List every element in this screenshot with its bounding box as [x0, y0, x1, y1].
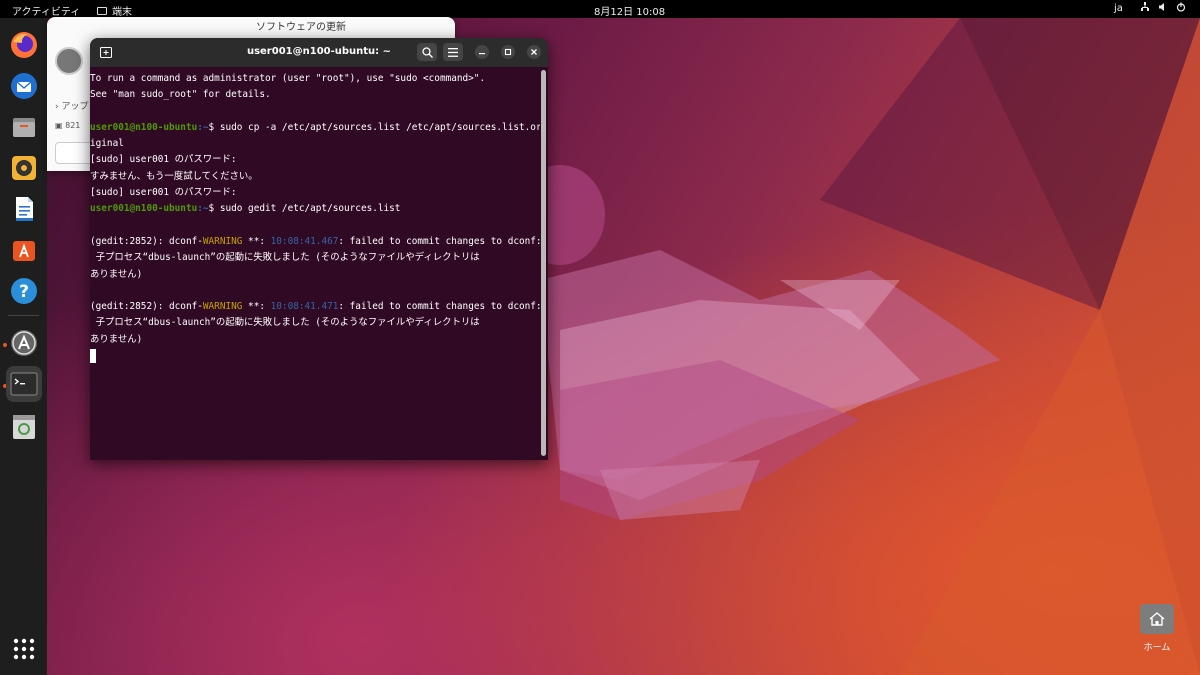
menu-button[interactable]	[443, 43, 463, 61]
activities-button[interactable]: アクティビティ	[12, 3, 80, 18]
terminal-scrollbar[interactable]	[541, 70, 546, 456]
trash-launcher[interactable]	[6, 408, 42, 444]
terminal-line: すみません、もう一度試してください。	[90, 170, 258, 182]
terminal-headerbar[interactable]: user001@n100-ubuntu: ~	[90, 38, 548, 67]
prompt-path: :~	[197, 121, 209, 133]
warning-prefix: (gedit:2852): dconf-	[90, 235, 203, 247]
search-button[interactable]	[417, 43, 437, 61]
system-menu[interactable]	[1140, 2, 1186, 15]
terminal-cursor	[90, 348, 96, 363]
command-text: $ sudo gedit /etc/apt/sources.list	[208, 203, 401, 215]
prompt-user-host: user001@n100-ubuntu	[90, 121, 198, 133]
close-icon	[531, 49, 537, 55]
update-size-row: ▣ 821	[55, 121, 81, 130]
terminal-line: 子プロセス“dbus-launch”の起動に失敗しました (そのようなファイルや…	[90, 252, 480, 264]
app-center-icon	[13, 241, 35, 261]
dock-separator	[8, 315, 39, 316]
warning-label: WARNING	[202, 301, 243, 313]
firefox-icon	[11, 32, 37, 58]
terminal-line: See "man sudo_root" for details.	[90, 89, 271, 101]
update-size-text: 821	[65, 121, 81, 130]
thunderbird-icon	[11, 73, 37, 99]
dock: ?	[0, 18, 47, 675]
software-updater-icon	[11, 330, 37, 356]
hamburger-icon	[448, 47, 458, 57]
libreoffice-writer-icon	[16, 197, 33, 221]
power-icon	[1176, 2, 1186, 15]
warning-message: : failed to commit changes to dconf:	[338, 235, 540, 247]
terminal-window[interactable]: user001@n100-ubuntu: ~ To run a command …	[90, 38, 548, 460]
warning-prefix: (gedit:2852): dconf-	[90, 301, 203, 313]
terminal-small-icon	[97, 6, 107, 15]
writer-launcher[interactable]	[6, 191, 42, 227]
warning-timestamp: 10:08:41.467	[270, 235, 339, 247]
terminal-line: (gedit:2852): dconf-WARNING **: 10:08:41…	[90, 234, 540, 250]
prompt-user-host: user001@n100-ubuntu	[90, 203, 198, 215]
help-icon: ?	[11, 278, 37, 304]
focused-app-menu[interactable]: 端末	[97, 3, 132, 18]
command-text: $ sudo cp -a /etc/apt/sources.list /etc/…	[208, 121, 540, 133]
terminal-launcher[interactable]	[6, 366, 42, 402]
minimize-icon	[479, 53, 485, 55]
close-button[interactable]	[527, 45, 541, 59]
maximize-button[interactable]	[501, 45, 515, 59]
home-desktop-icon[interactable]: ホーム	[1136, 604, 1178, 653]
software-updater-title: ソフトウェアの更新	[256, 22, 346, 33]
software-updater-button[interactable]	[55, 142, 95, 164]
help-launcher[interactable]: ?	[6, 273, 42, 309]
app-center-launcher[interactable]	[6, 232, 42, 268]
terminal-line: ありません)	[90, 268, 143, 280]
volume-icon	[1158, 2, 1168, 15]
search-icon	[421, 46, 433, 58]
terminal-line: To run a command as administrator (user …	[90, 73, 486, 84]
show-applications-button[interactable]	[6, 631, 42, 667]
warning-message: : failed to commit changes to dconf:	[338, 301, 540, 313]
terminal-line: user001@n100-ubuntu:~$ sudo cp -a /etc/a…	[90, 120, 540, 136]
svg-text:?: ?	[19, 282, 29, 302]
software-updater-window-icon	[55, 47, 83, 75]
warning-label: WARNING	[202, 235, 243, 247]
trash-icon	[13, 415, 35, 439]
prompt-path: :~	[197, 203, 209, 215]
software-updater-launcher[interactable]	[6, 325, 42, 361]
top-bar: アクティビティ 端末 8月12日 10:08 ja	[0, 0, 1200, 18]
updates-expander-label: アップ	[61, 102, 89, 112]
rhythmbox-launcher[interactable]	[6, 150, 42, 186]
files-launcher[interactable]	[6, 109, 42, 145]
terminal-line: user001@n100-ubuntu:~$ sudo gedit /etc/a…	[90, 201, 540, 217]
terminal-line: iginal	[90, 138, 124, 150]
terminal-output[interactable]: To run a command as administrator (user …	[90, 71, 540, 460]
network-icon	[1140, 2, 1150, 15]
terminal-line: 子プロセス“dbus-launch”の起動に失敗しました (そのようなファイルや…	[90, 317, 480, 329]
terminal-cursor-line	[90, 348, 540, 364]
home-folder-icon	[1140, 604, 1174, 634]
warning-sep: **:	[242, 235, 271, 247]
files-icon	[13, 118, 35, 137]
firefox-launcher[interactable]	[6, 27, 42, 63]
minimize-button[interactable]	[475, 45, 489, 59]
home-label: ホーム	[1143, 643, 1171, 653]
warning-sep: **:	[242, 301, 271, 313]
clock[interactable]: 8月12日 10:08	[594, 3, 665, 18]
terminal-line: ありません)	[90, 333, 143, 345]
terminal-line: [sudo] user001 のパスワード:	[90, 187, 237, 199]
rhythmbox-icon	[12, 156, 36, 180]
terminal-line: [sudo] user001 のパスワード:	[90, 154, 237, 166]
updates-expander[interactable]: › アップ	[55, 99, 88, 112]
warning-timestamp: 10:08:41.471	[270, 301, 339, 313]
terminal-icon	[10, 372, 38, 396]
show-apps-icon	[13, 638, 35, 660]
terminal-line: (gedit:2852): dconf-WARNING **: 10:08:41…	[90, 299, 540, 315]
maximize-icon	[504, 48, 512, 56]
thunderbird-launcher[interactable]	[6, 68, 42, 104]
input-method-indicator[interactable]: ja	[1114, 3, 1123, 14]
focused-app-label: 端末	[112, 7, 132, 18]
